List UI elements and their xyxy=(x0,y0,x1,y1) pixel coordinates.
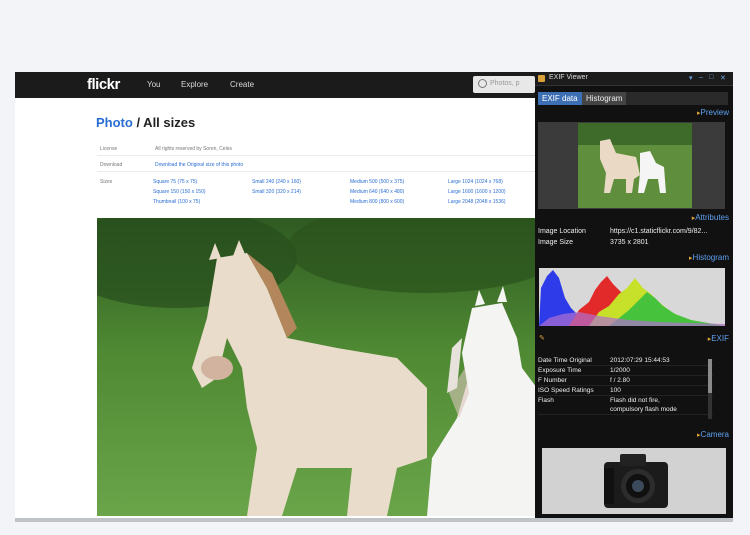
camera-art xyxy=(542,448,726,514)
tab-bar: EXIF data Histogram xyxy=(538,92,728,105)
app-icon xyxy=(538,75,545,82)
nav-explore[interactable]: Explore xyxy=(181,80,208,89)
exif-key: Exposure Time xyxy=(538,367,582,374)
exif-value: 2012:07:29 15:44:53 xyxy=(610,357,670,364)
size-link[interactable]: Large 2048 (2048 x 1536) xyxy=(448,199,506,205)
exif-scrollbar[interactable] xyxy=(708,359,712,419)
table-row: F Number f / 2.80 xyxy=(538,376,713,386)
size-link[interactable]: Small 320 (320 x 214) xyxy=(252,189,301,195)
section-histogram[interactable]: Histogram xyxy=(689,253,729,262)
exif-value: 1/2000 xyxy=(610,367,630,374)
size-link[interactable]: Medium 800 (800 x 600) xyxy=(350,199,404,205)
preview-thumbnail xyxy=(578,123,692,208)
search-icon xyxy=(478,79,487,88)
page-title-rest: / All sizes xyxy=(132,115,196,130)
photo-link[interactable]: Photo xyxy=(96,115,133,130)
table-row: Flash Flash did not fire, xyxy=(538,396,713,405)
license-value: All rights reserved by Soren, Celes xyxy=(155,146,232,152)
exif-scrollbar-thumb[interactable] xyxy=(708,359,712,393)
table-row: ISO Speed Ratings 100 xyxy=(538,386,713,396)
exif-viewer-panel: EXIF Viewer ▾ – □ ✕ EXIF data Histogram … xyxy=(535,72,733,518)
section-camera[interactable]: Camera xyxy=(697,430,729,439)
search-input[interactable]: Photos, p xyxy=(473,76,535,93)
exif-value: 100 xyxy=(610,387,621,394)
nav-create[interactable]: Create xyxy=(230,80,254,89)
attr-key: Image Location xyxy=(538,228,586,235)
horse-photo-art xyxy=(97,218,540,516)
size-link[interactable]: Small 240 (240 x 160) xyxy=(252,179,301,185)
restore-icon[interactable]: □ xyxy=(709,74,713,81)
panel-titlebar: EXIF Viewer ▾ – □ ✕ xyxy=(535,72,733,86)
size-link[interactable]: Medium 500 (500 x 375) xyxy=(350,179,404,185)
preview-thumbnail-art xyxy=(578,123,692,208)
size-link[interactable]: Large 1024 (1024 x 768) xyxy=(448,179,503,185)
size-link[interactable]: Square 150 (150 x 150) xyxy=(153,189,206,195)
pin-icon[interactable]: ▾ xyxy=(689,74,693,82)
size-link[interactable]: Square 75 (75 x 75) xyxy=(153,179,197,185)
key-icon[interactable]: ✎ xyxy=(539,334,545,342)
size-link[interactable]: Medium 640 (640 x 480) xyxy=(350,189,404,195)
exif-key: F Number xyxy=(538,377,567,384)
close-icon[interactable]: ✕ xyxy=(720,74,726,82)
flickr-navbar: flickr You Explore Create Photos, p xyxy=(15,72,540,98)
attr-value: https://c1.staticflickr.com/9/82... xyxy=(610,228,708,235)
exif-key: ISO Speed Ratings xyxy=(538,387,594,394)
license-label: License xyxy=(100,146,118,152)
exif-value: f / 2.80 xyxy=(610,377,630,384)
histogram-graph xyxy=(539,268,725,326)
flickr-logo[interactable]: flickr xyxy=(87,76,120,93)
divider xyxy=(97,171,537,172)
table-row: Date Time Original 2012:07:29 15:44:53 xyxy=(538,356,713,366)
exif-value: compulsory flash mode xyxy=(610,406,677,413)
histogram-art xyxy=(539,268,725,326)
section-exif[interactable]: EXIF xyxy=(708,334,729,343)
camera-image xyxy=(542,448,726,514)
exif-value: Flash did not fire, xyxy=(610,397,660,404)
horizontal-scrollbar[interactable] xyxy=(15,518,733,522)
minimize-icon[interactable]: – xyxy=(699,74,703,81)
attr-value: 3735 x 2801 xyxy=(610,239,649,246)
divider xyxy=(97,155,537,156)
download-original-link[interactable]: Download the Original size of this photo xyxy=(155,162,243,168)
exif-key: Flash xyxy=(538,397,554,404)
exif-table: Date Time Original 2012:07:29 15:44:53 E… xyxy=(538,356,713,415)
horse-photo xyxy=(97,218,540,516)
preview-box xyxy=(538,122,725,209)
panel-title: EXIF Viewer xyxy=(549,74,588,81)
download-label: Download xyxy=(100,162,123,168)
table-row: compulsory flash mode xyxy=(538,405,713,415)
sizes-label: Sizes xyxy=(100,179,113,185)
search-placeholder: Photos, p xyxy=(490,80,520,87)
tab-histogram[interactable]: Histogram xyxy=(582,92,627,105)
browser-viewport: flickr You Explore Create Photos, p Phot… xyxy=(15,72,733,522)
attr-key: Image Size xyxy=(538,239,574,246)
size-link[interactable]: Large 1600 (1600 x 1200) xyxy=(448,189,506,195)
size-link[interactable]: Thumbnail (100 x 75) xyxy=(153,199,200,205)
section-attributes[interactable]: Attributes xyxy=(692,213,729,222)
section-preview[interactable]: Preview xyxy=(697,108,729,117)
exif-key: Date Time Original xyxy=(538,357,592,364)
table-row: Exposure Time 1/2000 xyxy=(538,366,713,376)
page-title: Photo / All sizes xyxy=(96,115,195,130)
tab-exif-data[interactable]: EXIF data xyxy=(538,92,582,105)
nav-you[interactable]: You xyxy=(147,80,161,89)
